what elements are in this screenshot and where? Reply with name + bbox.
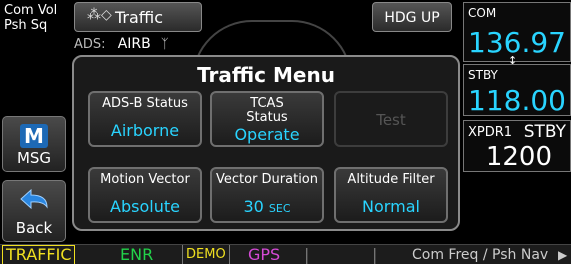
ads-value: AIRB	[117, 36, 151, 52]
ads-b-status-caption: ADS-B Status	[102, 96, 188, 111]
com-frequency-box[interactable]: COM 136.97	[463, 2, 571, 62]
stby-label: STBY	[468, 68, 498, 82]
xpdr-label: XPDR1	[468, 125, 513, 140]
test-button[interactable]: Test	[334, 91, 448, 147]
hdg-up-label: HDG UP	[384, 10, 440, 26]
traffic-mode-label[interactable]: TRAFFIC	[2, 245, 76, 264]
demo-label: DEMO	[182, 245, 230, 264]
ads-label: ADS:	[74, 37, 106, 52]
play-arrow-icon: ▶	[558, 248, 568, 262]
ads-b-status-value: Airborne	[110, 121, 180, 140]
com-frequency: 136.97	[468, 26, 566, 59]
test-label: Test	[376, 111, 406, 129]
vector-duration-value: 30	[243, 197, 264, 216]
tcas-status-button[interactable]: TCAS Status Operate	[210, 91, 324, 147]
divider-2: |	[372, 245, 378, 264]
back-label: Back	[15, 219, 53, 237]
ads-status-row: ADS: AIRB ᛉ	[74, 36, 169, 52]
back-arrow-icon	[17, 187, 51, 217]
vector-duration-value-wrap: 30 SEC	[212, 197, 322, 216]
motion-vector-button[interactable]: Motion Vector Absolute	[88, 167, 202, 223]
altitude-filter-value: Normal	[362, 197, 420, 216]
com-freq-hint: Com Freq / Psh Nav	[412, 247, 549, 263]
tcas-status-caption: TCAS Status	[246, 96, 288, 125]
vector-duration-button[interactable]: Vector Duration 30 SEC	[210, 167, 324, 223]
msg-label: MSG	[16, 149, 52, 167]
motion-vector-caption: Motion Vector	[100, 172, 190, 187]
altitude-filter-caption: Altitude Filter	[347, 172, 435, 187]
right-column: COM 136.97 ↕ STBY 118.00 XPDR1 STBY 1200	[460, 0, 571, 243]
divider-1: |	[304, 245, 310, 264]
vector-duration-caption: Vector Duration	[215, 172, 319, 187]
back-button[interactable]: Back	[2, 180, 66, 242]
enr-label: ENR	[120, 245, 154, 264]
psh-sq-label: Psh Sq	[4, 18, 48, 33]
antenna-icon: ᛉ	[160, 37, 169, 52]
altitude-filter-button[interactable]: Altitude Filter Normal	[334, 167, 448, 223]
gps-label: GPS	[248, 245, 281, 264]
msg-icon: M	[19, 123, 49, 149]
msg-button[interactable]: M MSG	[2, 116, 66, 172]
ads-b-status-button[interactable]: ADS-B Status Airborne	[88, 91, 202, 147]
tcas-status-value: Operate	[234, 125, 300, 144]
traffic-icon: ⁂◇	[87, 7, 112, 23]
vector-duration-unit: SEC	[268, 202, 291, 215]
traffic-tab[interactable]: ⁂◇ Traffic	[74, 2, 202, 32]
left-column: Com Vol Psh Sq M MSG Back	[0, 0, 68, 243]
menu-title: Traffic Menu	[197, 63, 335, 87]
xpdr-code: 1200	[485, 142, 552, 172]
motion-vector-value: Absolute	[110, 197, 180, 216]
bottom-status-bar: TRAFFIC ENR DEMO GPS | | Com Freq / Psh …	[0, 244, 571, 264]
stby-frequency: 118.00	[468, 84, 566, 117]
com-label: COM	[468, 6, 497, 20]
com-vol-label: Com Vol	[4, 3, 58, 18]
hdg-up-button[interactable]: HDG UP	[372, 2, 452, 32]
traffic-menu: Traffic Menu ADS-B Status Airborne TCAS …	[72, 55, 460, 231]
svg-text:M: M	[24, 124, 44, 148]
traffic-tab-label: Traffic	[115, 8, 164, 27]
xpdr-mode: STBY	[523, 122, 566, 142]
com-vol-knob-label: Com Vol Psh Sq	[4, 3, 66, 33]
transponder-box[interactable]: XPDR1 STBY 1200	[463, 120, 571, 172]
stby-frequency-box[interactable]: STBY 118.00	[463, 64, 571, 116]
